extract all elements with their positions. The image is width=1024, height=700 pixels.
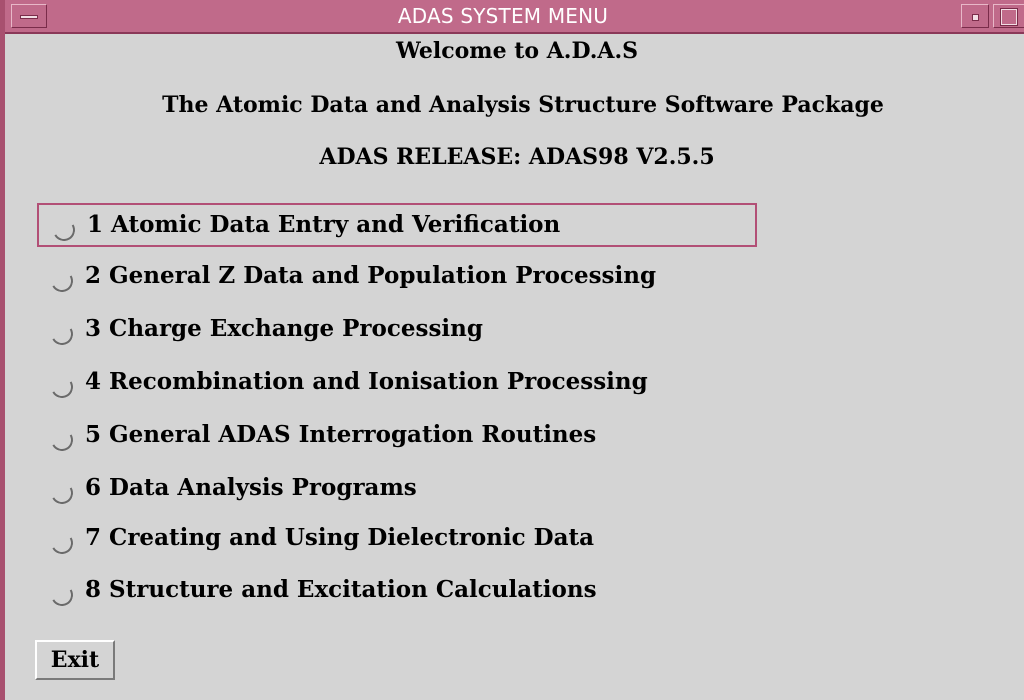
menu-option-label: 6 Data Analysis Programs [85, 474, 417, 501]
menu-option-5[interactable]: 5 General ADAS Interrogation Routines [37, 415, 757, 459]
menu-option-label: 4 Recombination and Ionisation Processin… [85, 368, 648, 395]
menu-option-1[interactable]: 1 Atomic Data Entry and Verification [37, 203, 757, 247]
menu-option-6[interactable]: 6 Data Analysis Programs [37, 468, 757, 512]
radio-button-icon[interactable] [50, 216, 78, 244]
maximize-button[interactable] [993, 4, 1024, 28]
radio-button-icon[interactable] [48, 320, 76, 348]
title-bar[interactable]: ADAS SYSTEM MENU [5, 0, 1024, 34]
menu-option-label: 3 Charge Exchange Processing [85, 315, 483, 342]
window-title: ADAS SYSTEM MENU [397, 4, 609, 28]
menu-option-label: 2 General Z Data and Population Processi… [85, 262, 657, 289]
menu-option-label: 1 Atomic Data Entry and Verification [87, 211, 561, 238]
maximize-icon [1000, 8, 1018, 26]
menu-option-7[interactable]: 7 Creating and Using Dielectronic Data [37, 518, 757, 562]
package-subtitle: The Atomic Data and Analysis Structure S… [162, 92, 884, 118]
menu-option-3[interactable]: 3 Charge Exchange Processing [37, 309, 757, 353]
menu-option-4[interactable]: 4 Recombination and Ionisation Processin… [37, 362, 757, 406]
menu-option-2[interactable]: 2 General Z Data and Population Processi… [37, 256, 757, 300]
adas-system-menu-window: ADAS SYSTEM MENU Welcome to A.D.A.S The … [0, 0, 1024, 700]
minimize-icon [972, 14, 979, 21]
radio-button-icon[interactable] [48, 529, 76, 557]
radio-button-icon[interactable] [48, 479, 76, 507]
menu-option-label: 8 Structure and Excitation Calculations [85, 576, 597, 603]
radio-button-icon[interactable] [48, 373, 76, 401]
welcome-heading: Welcome to A.D.A.S [395, 38, 639, 64]
minimize-button[interactable] [961, 4, 989, 28]
release-info: ADAS RELEASE: ADAS98 V2.5.5 [319, 144, 715, 170]
menu-option-label: 7 Creating and Using Dielectronic Data [85, 524, 595, 551]
menu-option-8[interactable]: 8 Structure and Excitation Calculations [37, 570, 757, 614]
window-menu-button[interactable] [11, 4, 47, 28]
radio-button-icon[interactable] [48, 581, 76, 609]
menu-option-label: 5 General ADAS Interrogation Routines [85, 421, 597, 448]
radio-button-icon[interactable] [48, 267, 76, 295]
window-menu-icon [20, 15, 38, 19]
exit-button[interactable]: Exit [35, 640, 115, 680]
radio-button-icon[interactable] [48, 426, 76, 454]
